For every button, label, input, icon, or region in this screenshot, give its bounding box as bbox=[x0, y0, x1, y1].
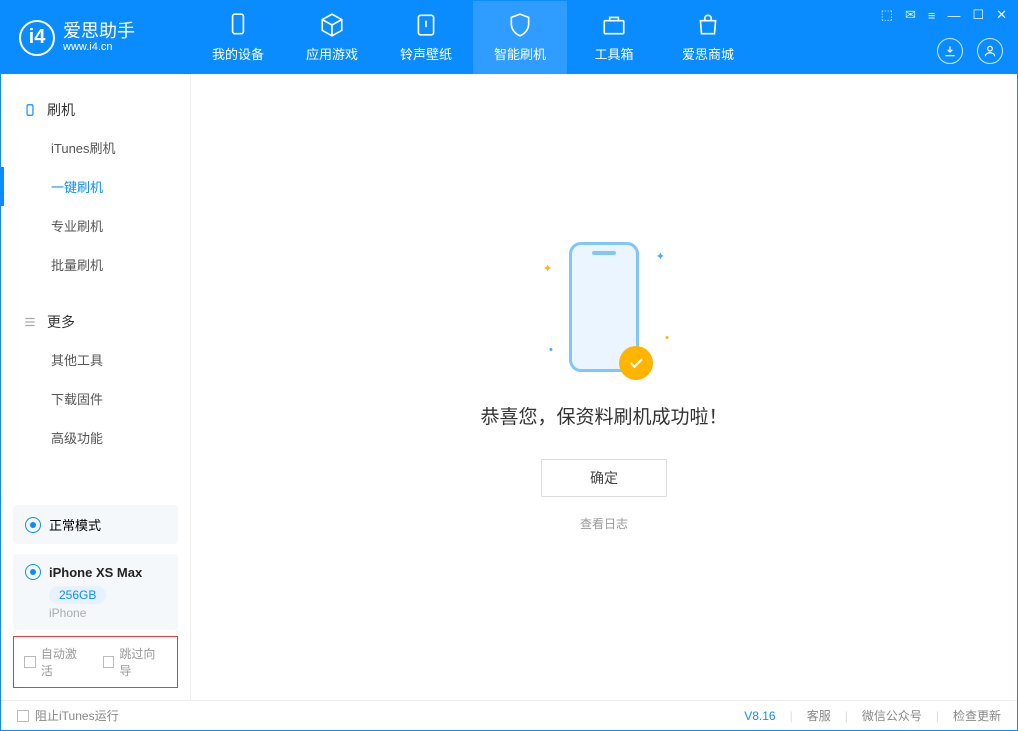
sparkle-icon: • bbox=[549, 344, 553, 356]
sidebar-item-pro-flash[interactable]: 专业刷机 bbox=[1, 206, 190, 245]
sidebar-item-oneclick-flash[interactable]: 一键刷机 bbox=[1, 167, 190, 206]
checkmark-icon bbox=[619, 346, 653, 380]
footer-link-wechat[interactable]: 微信公众号 bbox=[862, 707, 922, 724]
logo-icon: i4 bbox=[19, 20, 55, 56]
tab-store[interactable]: 爱思商城 bbox=[661, 1, 755, 74]
device-type: iPhone bbox=[49, 606, 166, 620]
skin-button[interactable]: ⬚ bbox=[881, 7, 893, 23]
tab-ringtones[interactable]: 铃声壁纸 bbox=[379, 1, 473, 74]
footer-link-update[interactable]: 检查更新 bbox=[953, 707, 1001, 724]
success-illustration: ✦ ✦ • • bbox=[569, 242, 639, 372]
bag-icon bbox=[695, 12, 721, 38]
mode-label: 正常模式 bbox=[49, 515, 101, 534]
phone-icon bbox=[23, 103, 37, 117]
window-controls: ⬚ ✉ ≡ — ☐ ✕ bbox=[881, 7, 1007, 23]
minimize-button[interactable]: — bbox=[947, 8, 960, 23]
maximize-button[interactable]: ☐ bbox=[972, 7, 984, 23]
app-name: 爱思助手 bbox=[63, 22, 135, 42]
mode-icon bbox=[25, 517, 41, 533]
user-icon[interactable] bbox=[977, 38, 1003, 64]
main-content: ✦ ✦ • • 恭喜您，保资料刷机成功啦！ 确定 查看日志 bbox=[191, 74, 1017, 700]
sparkle-icon: ✦ bbox=[656, 250, 665, 263]
checkbox-auto-activate[interactable]: 自动激活 bbox=[24, 645, 89, 679]
checkbox-skip-guide[interactable]: 跳过向导 bbox=[103, 645, 168, 679]
menu-button[interactable]: ≡ bbox=[928, 8, 936, 23]
device-dot-icon bbox=[25, 564, 41, 580]
top-nav: 我的设备 应用游戏 铃声壁纸 智能刷机 工具箱 爱思商城 bbox=[191, 1, 755, 74]
app-url: www.i4.cn bbox=[63, 41, 135, 53]
view-log-link[interactable]: 查看日志 bbox=[580, 515, 628, 532]
storage-badge: 256GB bbox=[49, 586, 106, 604]
sidebar-group-more: 更多 bbox=[1, 304, 190, 340]
close-button[interactable]: ✕ bbox=[996, 7, 1007, 23]
app-header: i4 爱思助手 www.i4.cn 我的设备 应用游戏 铃声壁纸 智能刷机 工具… bbox=[1, 1, 1017, 74]
ok-button[interactable]: 确定 bbox=[541, 459, 667, 497]
sidebar-item-advanced[interactable]: 高级功能 bbox=[1, 418, 190, 457]
version-label: V8.16 bbox=[744, 709, 775, 723]
sparkle-icon: ✦ bbox=[543, 262, 552, 275]
feedback-button[interactable]: ✉ bbox=[905, 7, 916, 23]
device-icon bbox=[225, 12, 251, 38]
sidebar-group-flash: 刷机 bbox=[1, 92, 190, 128]
sidebar-item-batch-flash[interactable]: 批量刷机 bbox=[1, 245, 190, 284]
checkbox-block-itunes[interactable]: 阻止iTunes运行 bbox=[17, 707, 119, 724]
sidebar-item-other-tools[interactable]: 其他工具 bbox=[1, 340, 190, 379]
tab-apps-games[interactable]: 应用游戏 bbox=[285, 1, 379, 74]
device-name: iPhone XS Max bbox=[49, 565, 142, 580]
toolbox-icon bbox=[601, 12, 627, 38]
tab-my-device[interactable]: 我的设备 bbox=[191, 1, 285, 74]
sidebar: 刷机 iTunes刷机 一键刷机 专业刷机 批量刷机 更多 其他工具 下载固件 … bbox=[1, 74, 191, 700]
success-message: 恭喜您，保资料刷机成功啦！ bbox=[480, 402, 727, 429]
highlighted-checkbox-row: 自动激活 跳过向导 bbox=[13, 636, 178, 688]
footer-link-support[interactable]: 客服 bbox=[807, 707, 831, 724]
status-bar: 阻止iTunes运行 V8.16 | 客服 | 微信公众号 | 检查更新 bbox=[1, 700, 1017, 730]
tab-smart-flash[interactable]: 智能刷机 bbox=[473, 1, 567, 74]
download-icon[interactable] bbox=[937, 38, 963, 64]
sidebar-item-download-firmware[interactable]: 下载固件 bbox=[1, 379, 190, 418]
shield-icon bbox=[507, 12, 533, 38]
mode-card[interactable]: 正常模式 bbox=[13, 505, 178, 544]
list-icon bbox=[23, 315, 37, 329]
sidebar-item-itunes-flash[interactable]: iTunes刷机 bbox=[1, 128, 190, 167]
cube-icon bbox=[319, 12, 345, 38]
music-icon bbox=[413, 12, 439, 38]
logo[interactable]: i4 爱思助手 www.i4.cn bbox=[1, 20, 191, 56]
sparkle-icon: • bbox=[665, 332, 669, 344]
tab-toolbox[interactable]: 工具箱 bbox=[567, 1, 661, 74]
device-card[interactable]: iPhone XS Max 256GB iPhone bbox=[13, 554, 178, 630]
